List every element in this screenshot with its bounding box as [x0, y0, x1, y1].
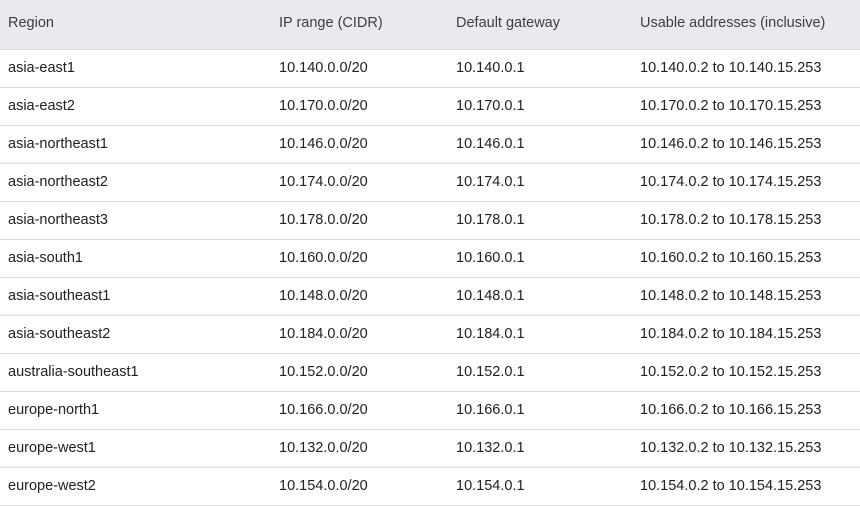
table-row: asia-east1 10.140.0.0/20 10.140.0.1 10.1…	[0, 49, 860, 87]
table-row: australia-southeast1 10.152.0.0/20 10.15…	[0, 353, 860, 391]
gateway-cell: 10.184.0.1	[456, 326, 525, 342]
usable-addresses-cell: 10.154.0.2 to 10.154.15.253	[640, 478, 822, 494]
ip-range-cell: 10.178.0.0/20	[279, 212, 368, 228]
usable-addresses-cell: 10.140.0.2 to 10.140.15.253	[640, 60, 822, 76]
column-header-usable-addresses: Usable addresses (inclusive)	[631, 0, 860, 50]
column-header-default-gateway: Default gateway	[447, 0, 631, 50]
usable-addresses-cell: 10.166.0.2 to 10.166.15.253	[640, 402, 822, 418]
gateway-cell: 10.160.0.1	[456, 250, 525, 266]
region-cell: asia-east1	[8, 60, 75, 76]
usable-addresses-cell: 10.146.0.2 to 10.146.15.253	[640, 136, 822, 152]
usable-addresses-cell: 10.160.0.2 to 10.160.15.253	[640, 250, 822, 266]
region-cell: europe-west1	[8, 440, 96, 456]
gateway-cell: 10.132.0.1	[456, 440, 525, 456]
region-cell: europe-north1	[8, 402, 100, 418]
gateway-cell: 10.178.0.1	[456, 212, 525, 228]
subnet-ranges-table: Region IP range (CIDR) Default gateway U…	[0, 0, 860, 506]
table-row: europe-west2 10.154.0.0/20 10.154.0.1 10…	[0, 467, 860, 505]
column-header-region: Region	[0, 0, 270, 50]
table-row: europe-north1 10.166.0.0/20 10.166.0.1 1…	[0, 391, 860, 429]
gateway-cell: 10.166.0.1	[456, 402, 525, 418]
region-cell: europe-west2	[8, 478, 96, 494]
region-cell: asia-northeast3	[8, 212, 108, 228]
gateway-cell: 10.154.0.1	[456, 478, 525, 494]
ip-range-cell: 10.146.0.0/20	[279, 136, 368, 152]
region-cell: australia-southeast1	[8, 364, 139, 380]
table-row: asia-east2 10.170.0.0/20 10.170.0.1 10.1…	[0, 87, 860, 125]
usable-addresses-cell: 10.132.0.2 to 10.132.15.253	[640, 440, 822, 456]
region-cell: asia-southeast2	[8, 326, 111, 342]
ip-range-cell: 10.170.0.0/20	[279, 98, 368, 114]
usable-addresses-cell: 10.152.0.2 to 10.152.15.253	[640, 364, 822, 380]
ip-range-cell: 10.148.0.0/20	[279, 288, 368, 304]
table-header-row: Region IP range (CIDR) Default gateway U…	[0, 0, 860, 50]
ip-range-cell: 10.160.0.0/20	[279, 250, 368, 266]
usable-addresses-cell: 10.178.0.2 to 10.178.15.253	[640, 212, 822, 228]
table-body: asia-east1 10.140.0.0/20 10.140.0.1 10.1…	[0, 49, 860, 505]
region-cell: asia-east2	[8, 98, 75, 114]
ip-range-cell: 10.152.0.0/20	[279, 364, 368, 380]
table-row: asia-southeast2 10.184.0.0/20 10.184.0.1…	[0, 315, 860, 353]
gateway-cell: 10.148.0.1	[456, 288, 525, 304]
column-header-ip-range: IP range (CIDR)	[270, 0, 447, 50]
usable-addresses-cell: 10.174.0.2 to 10.174.15.253	[640, 174, 822, 190]
usable-addresses-cell: 10.184.0.2 to 10.184.15.253	[640, 326, 822, 342]
ip-range-cell: 10.140.0.0/20	[279, 60, 368, 76]
ip-range-cell: 10.132.0.0/20	[279, 440, 368, 456]
usable-addresses-cell: 10.148.0.2 to 10.148.15.253	[640, 288, 822, 304]
region-cell: asia-northeast1	[8, 136, 108, 152]
table-row: europe-west1 10.132.0.0/20 10.132.0.1 10…	[0, 429, 860, 467]
table-row: asia-south1 10.160.0.0/20 10.160.0.1 10.…	[0, 239, 860, 277]
region-cell: asia-southeast1	[8, 288, 111, 304]
region-cell: asia-northeast2	[8, 174, 108, 190]
table-row: asia-northeast1 10.146.0.0/20 10.146.0.1…	[0, 125, 860, 163]
ip-range-cell: 10.154.0.0/20	[279, 478, 368, 494]
table-row: asia-northeast2 10.174.0.0/20 10.174.0.1…	[0, 163, 860, 201]
region-cell: asia-south1	[8, 250, 83, 266]
gateway-cell: 10.140.0.1	[456, 60, 525, 76]
usable-addresses-cell: 10.170.0.2 to 10.170.15.253	[640, 98, 822, 114]
table-header: Region IP range (CIDR) Default gateway U…	[0, 0, 860, 50]
gateway-cell: 10.152.0.1	[456, 364, 525, 380]
gateway-cell: 10.174.0.1	[456, 174, 525, 190]
table-row: asia-northeast3 10.178.0.0/20 10.178.0.1…	[0, 201, 860, 239]
table-row: asia-southeast1 10.148.0.0/20 10.148.0.1…	[0, 277, 860, 315]
gateway-cell: 10.146.0.1	[456, 136, 525, 152]
gateway-cell: 10.170.0.1	[456, 98, 525, 114]
ip-range-cell: 10.166.0.0/20	[279, 402, 368, 418]
ip-range-cell: 10.184.0.0/20	[279, 326, 368, 342]
ip-range-cell: 10.174.0.0/20	[279, 174, 368, 190]
